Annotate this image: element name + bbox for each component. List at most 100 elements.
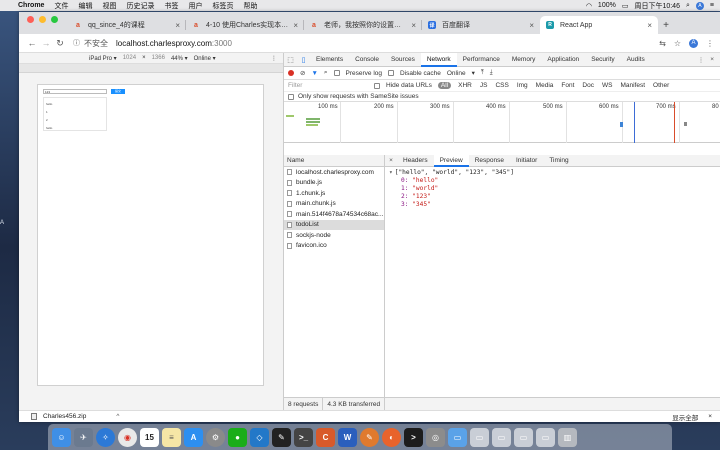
tab-baidu-translate[interactable]: 译 百度翻译 × bbox=[422, 16, 540, 34]
close-window-button[interactable] bbox=[27, 15, 34, 23]
document-icon[interactable]: ▭ bbox=[514, 427, 533, 447]
menu-edit[interactable]: 编辑 bbox=[78, 1, 92, 11]
search-icon[interactable]: ⌕ bbox=[324, 69, 328, 77]
tab-memory[interactable]: Memory bbox=[506, 53, 541, 67]
terminal-icon[interactable]: > bbox=[404, 427, 423, 447]
close-tab-icon[interactable]: × bbox=[175, 21, 180, 30]
finder-icon[interactable]: ☺ bbox=[52, 427, 71, 447]
more-vert-icon[interactable]: ⋮ bbox=[271, 55, 277, 62]
throttle-select[interactable]: Online ▾ bbox=[194, 55, 216, 62]
user-avatar[interactable]: A bbox=[695, 1, 704, 10]
bookmark-star-icon[interactable]: ☆ bbox=[674, 39, 681, 48]
tab-course[interactable]: a qq_since_4的课程 × bbox=[68, 16, 186, 34]
record-icon[interactable] bbox=[288, 70, 294, 76]
list-item[interactable]: 2 bbox=[46, 116, 104, 124]
battery-percent[interactable]: 100% bbox=[598, 2, 616, 9]
close-tab-icon[interactable]: × bbox=[411, 21, 416, 30]
menu-file[interactable]: 文件 bbox=[54, 1, 68, 11]
launchpad-icon[interactable]: ✈ bbox=[74, 427, 93, 447]
profile-avatar[interactable]: A bbox=[689, 38, 698, 48]
wechat-icon[interactable]: ● bbox=[228, 427, 247, 447]
tab-elements[interactable]: Elements bbox=[310, 53, 349, 67]
translate-icon[interactable]: ⇆ bbox=[659, 39, 666, 48]
more-vert-icon[interactable]: ⋮ bbox=[706, 39, 714, 48]
device-height[interactable]: 1366 bbox=[152, 55, 165, 61]
type-filter-xhr[interactable]: XHR bbox=[457, 82, 473, 89]
zoom-select[interactable]: 44% ▾ bbox=[171, 55, 188, 62]
json-array-summary[interactable]: ▾ ["hello", "world", "123", "345"] bbox=[389, 169, 716, 177]
document-icon[interactable]: ▭ bbox=[492, 427, 511, 447]
close-tab-icon[interactable]: × bbox=[647, 21, 652, 30]
tab-performance[interactable]: Performance bbox=[457, 53, 506, 67]
forward-arrow-icon[interactable]: → bbox=[39, 38, 53, 48]
document-icon[interactable]: ▭ bbox=[536, 427, 555, 447]
close-tab-icon[interactable]: × bbox=[293, 21, 298, 30]
type-filter-manifest[interactable]: Manifest bbox=[619, 82, 646, 89]
tab-console[interactable]: Console bbox=[349, 53, 385, 67]
network-overview-timeline[interactable]: 100 ms 200 ms 300 ms 400 ms 500 ms 600 m… bbox=[284, 102, 720, 143]
tab-teacher-question[interactable]: a 老师，我按照你的设置之后，还是 × bbox=[304, 16, 422, 34]
tab-preview[interactable]: Preview bbox=[433, 154, 469, 167]
tab-application[interactable]: Application bbox=[541, 53, 585, 67]
app-store-icon[interactable]: A bbox=[184, 427, 203, 447]
request-row[interactable]: sockjs-node bbox=[284, 230, 384, 241]
system-preferences-icon[interactable]: ⚙ bbox=[206, 427, 225, 447]
chevron-down-icon[interactable]: ▾ bbox=[472, 69, 475, 77]
device-toggle-icon[interactable]: ▯ bbox=[297, 56, 310, 64]
type-filter-img[interactable]: Img bbox=[516, 82, 529, 89]
request-row[interactable]: main.514f4678a74534c68ac... bbox=[284, 209, 384, 220]
request-row-selected[interactable]: todoList bbox=[284, 219, 384, 230]
type-filter-media[interactable]: Media bbox=[535, 82, 555, 89]
show-all-downloads-button[interactable]: 显示全部 bbox=[672, 412, 698, 422]
type-filter-js[interactable]: JS bbox=[479, 82, 489, 89]
inspect-element-icon[interactable]: ⬚ bbox=[284, 56, 297, 64]
notes-icon[interactable]: ≡ bbox=[162, 427, 181, 447]
calendar-icon[interactable]: 15 bbox=[140, 427, 159, 447]
safari-icon[interactable]: ✧ bbox=[96, 427, 115, 447]
request-row[interactable]: bundle.js bbox=[284, 178, 384, 189]
list-icon[interactable]: ≡ bbox=[710, 2, 714, 9]
list-item[interactable]: hello bbox=[46, 124, 104, 132]
menubar-app-name[interactable]: Chrome bbox=[18, 2, 44, 9]
clear-icon[interactable]: ⊘ bbox=[300, 69, 305, 77]
tab-timing[interactable]: Timing bbox=[543, 155, 574, 167]
same-site-checkbox[interactable] bbox=[288, 93, 294, 100]
close-icon[interactable]: × bbox=[710, 56, 714, 64]
zoom-window-button[interactable] bbox=[51, 15, 58, 23]
disk-utility-icon[interactable]: ◎ bbox=[426, 427, 445, 447]
type-filter-ws[interactable]: WS bbox=[601, 82, 613, 89]
hide-data-urls-checkbox[interactable] bbox=[374, 82, 380, 89]
tab-security[interactable]: Security bbox=[585, 53, 620, 67]
chrome-icon[interactable]: ◉ bbox=[118, 427, 137, 447]
filter-icon[interactable]: ▼ bbox=[311, 70, 317, 77]
request-row[interactable]: favicon.ico bbox=[284, 241, 384, 252]
more-vert-icon[interactable]: ⋮ bbox=[698, 56, 705, 64]
folder-icon[interactable]: ▭ bbox=[448, 427, 467, 447]
close-tab-icon[interactable]: × bbox=[529, 21, 534, 30]
close-icon[interactable]: × bbox=[708, 413, 712, 420]
menu-help[interactable]: 帮助 bbox=[243, 1, 257, 11]
new-tab-button[interactable]: + bbox=[658, 16, 674, 34]
device-select[interactable]: iPad Pro ▾ bbox=[89, 55, 117, 62]
submit-button[interactable]: 提交 bbox=[111, 89, 125, 94]
reload-icon[interactable]: ↻ bbox=[53, 38, 67, 49]
close-detail-icon[interactable]: × bbox=[385, 157, 397, 164]
tab-react-app[interactable]: R React App × bbox=[540, 16, 658, 34]
back-arrow-icon[interactable]: ← bbox=[25, 38, 39, 48]
menu-people[interactable]: 用户 bbox=[188, 1, 202, 11]
collapse-triangle-icon[interactable]: ▾ bbox=[389, 169, 393, 176]
todo-input[interactable]: 123 bbox=[43, 89, 107, 94]
tab-initiator[interactable]: Initiator bbox=[510, 155, 543, 167]
trash-icon[interactable]: ▥ bbox=[558, 427, 577, 447]
type-filter-css[interactable]: CSS bbox=[494, 82, 509, 89]
tab-response[interactable]: Response bbox=[469, 155, 510, 167]
word-icon[interactable]: W bbox=[338, 427, 357, 447]
throttle-dropdown[interactable]: Online bbox=[447, 70, 466, 77]
tab-network[interactable]: Network bbox=[420, 52, 457, 67]
menu-view[interactable]: 视图 bbox=[102, 1, 116, 11]
request-row[interactable]: main.chunk.js bbox=[284, 199, 384, 210]
request-row[interactable]: localhost.charlesproxy.com bbox=[284, 167, 384, 178]
wifi-icon[interactable]: ◠ bbox=[586, 2, 592, 10]
menu-history[interactable]: 历史记录 bbox=[126, 1, 154, 11]
name-column-header[interactable]: Name bbox=[284, 155, 384, 167]
